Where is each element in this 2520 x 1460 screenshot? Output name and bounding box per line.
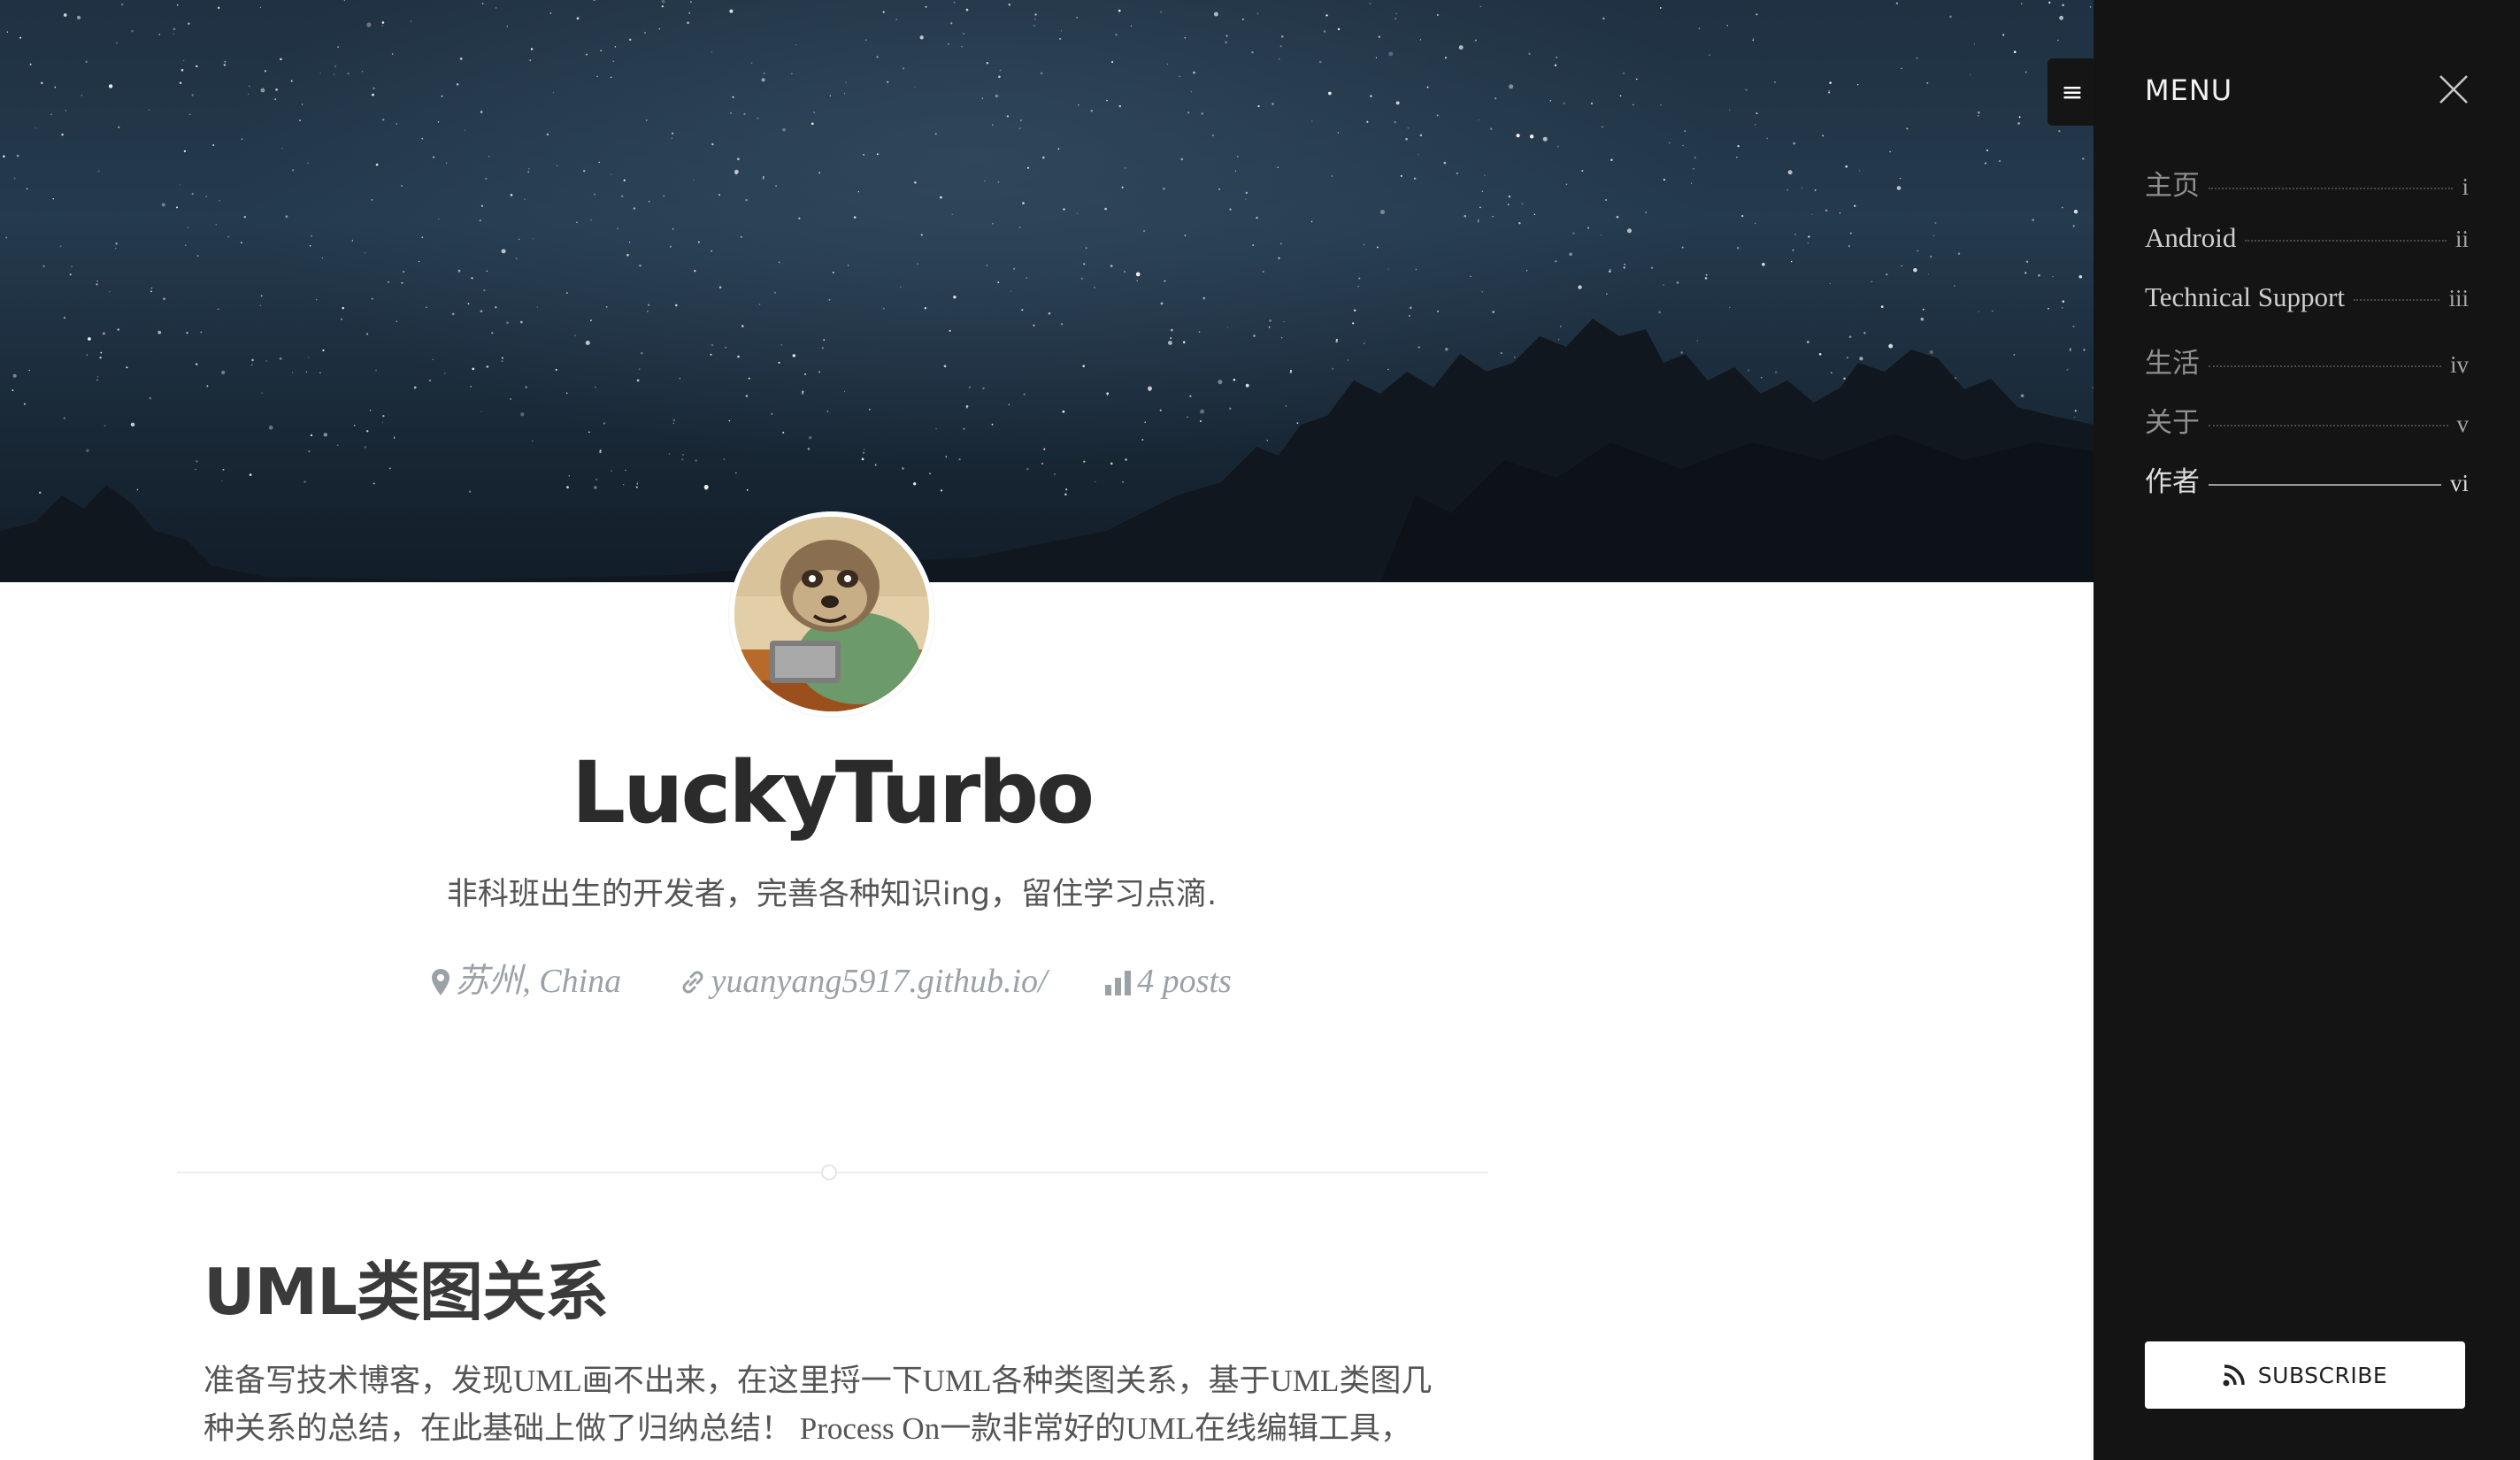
hamburger-icon: ≡ bbox=[2061, 76, 2084, 108]
post-excerpt: 准备写技术博客，发现UML画不出来，在这里捋一下UML各种类图关系，基于UML类… bbox=[204, 1364, 1433, 1460]
menu-item-number: i bbox=[2462, 173, 2469, 200]
subscribe-button[interactable]: SUBSCRIBE bbox=[2145, 1341, 2465, 1409]
menu-title: MENU bbox=[2145, 73, 2233, 107]
meta-posts-count: 4 posts bbox=[1137, 963, 1232, 1000]
bar-chart-icon bbox=[1105, 971, 1132, 995]
blog-title: LuckyTurbo bbox=[571, 743, 1095, 842]
menu-item-leader bbox=[2209, 484, 2441, 486]
menu-item-leader bbox=[2209, 188, 2454, 189]
menu-item-number: iv bbox=[2449, 351, 2469, 378]
menu-item-author[interactable]: 作者 vi bbox=[2145, 459, 2469, 519]
menu-item-android[interactable]: Android ii bbox=[2145, 222, 2469, 281]
meta-location-text: 苏州, China bbox=[455, 963, 622, 1000]
menu-item-number: iii bbox=[2448, 285, 2469, 311]
close-icon[interactable] bbox=[2439, 74, 2469, 104]
menu-item-label: 作者 bbox=[2145, 466, 2200, 497]
link-icon bbox=[682, 971, 703, 994]
menu-list: 主页 i Android ii Technical Support iii 生活… bbox=[2145, 163, 2469, 519]
cover-image bbox=[0, 0, 2094, 582]
meta-location: 苏州, China bbox=[432, 964, 621, 998]
post-title[interactable]: UML类图关系 bbox=[204, 1260, 1487, 1324]
menu-toggle-button[interactable]: ≡ bbox=[2048, 58, 2097, 126]
author-avatar[interactable] bbox=[729, 511, 934, 717]
menu-item-label: 主页 bbox=[2145, 170, 2200, 201]
divider-dot bbox=[821, 1164, 837, 1180]
menu-item-technical-support[interactable]: Technical Support iii bbox=[2145, 281, 2469, 341]
menu-item-label: Android bbox=[2145, 222, 2237, 253]
rss-icon bbox=[2223, 1364, 2245, 1387]
menu-item-life[interactable]: 生活 iv bbox=[2145, 341, 2469, 400]
menu-item-leader bbox=[2209, 365, 2441, 367]
subscribe-label: SUBSCRIBE bbox=[2257, 1362, 2388, 1388]
side-menu: MENU 主页 i Android ii Technical Support i… bbox=[2094, 0, 2520, 1460]
menu-item-leader bbox=[2209, 425, 2448, 426]
main-content: LuckyTurbo 非科班出生的开发者，完善各种知识ing，留住学习点滴. 苏… bbox=[0, 0, 2094, 1460]
blog-description: 非科班出生的开发者，完善各种知识ing，留住学习点滴. bbox=[446, 877, 1218, 912]
starry-sky-image bbox=[0, 0, 2094, 582]
menu-item-number: vi bbox=[2449, 470, 2469, 496]
blog-meta: 苏州, China yuanyang5917.github.io/ 4 post… bbox=[0, 964, 1663, 998]
menu-item-leader bbox=[2245, 240, 2447, 242]
menu-item-leader bbox=[2353, 299, 2440, 301]
menu-item-number: v bbox=[2456, 411, 2470, 437]
menu-item-number: ii bbox=[2455, 226, 2469, 252]
menu-item-about[interactable]: 关于 v bbox=[2145, 400, 2469, 459]
map-marker-icon bbox=[432, 969, 450, 995]
meta-website[interactable]: yuanyang5917.github.io/ bbox=[680, 964, 1048, 998]
menu-item-home[interactable]: 主页 i bbox=[2145, 163, 2469, 222]
meta-website-link[interactable]: yuanyang5917.github.io/ bbox=[711, 963, 1048, 1000]
menu-item-label: 生活 bbox=[2145, 348, 2200, 379]
sloth-avatar-image bbox=[734, 517, 929, 711]
menu-item-label: Technical Support bbox=[2145, 281, 2345, 312]
meta-posts: 4 posts bbox=[1105, 964, 1232, 998]
menu-item-label: 关于 bbox=[2145, 407, 2200, 438]
